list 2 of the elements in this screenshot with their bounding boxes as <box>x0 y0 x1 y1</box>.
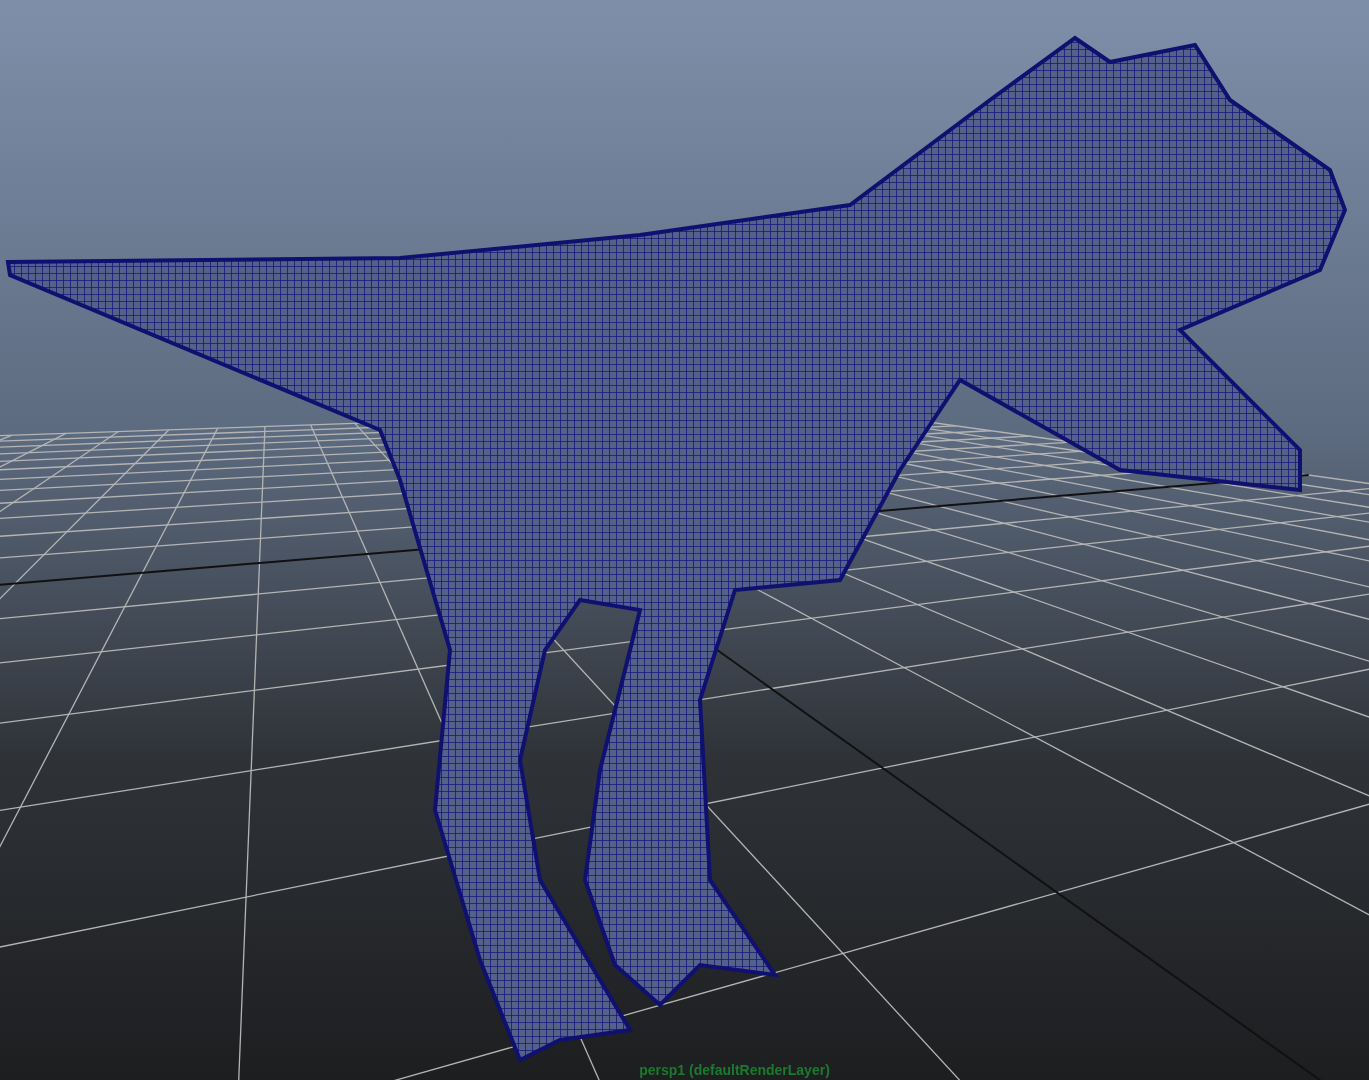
camera-label: persp1 (defaultRenderLayer) <box>639 1062 830 1078</box>
viewport-panel[interactable]: persp1 (defaultRenderLayer) <box>0 0 1369 1080</box>
